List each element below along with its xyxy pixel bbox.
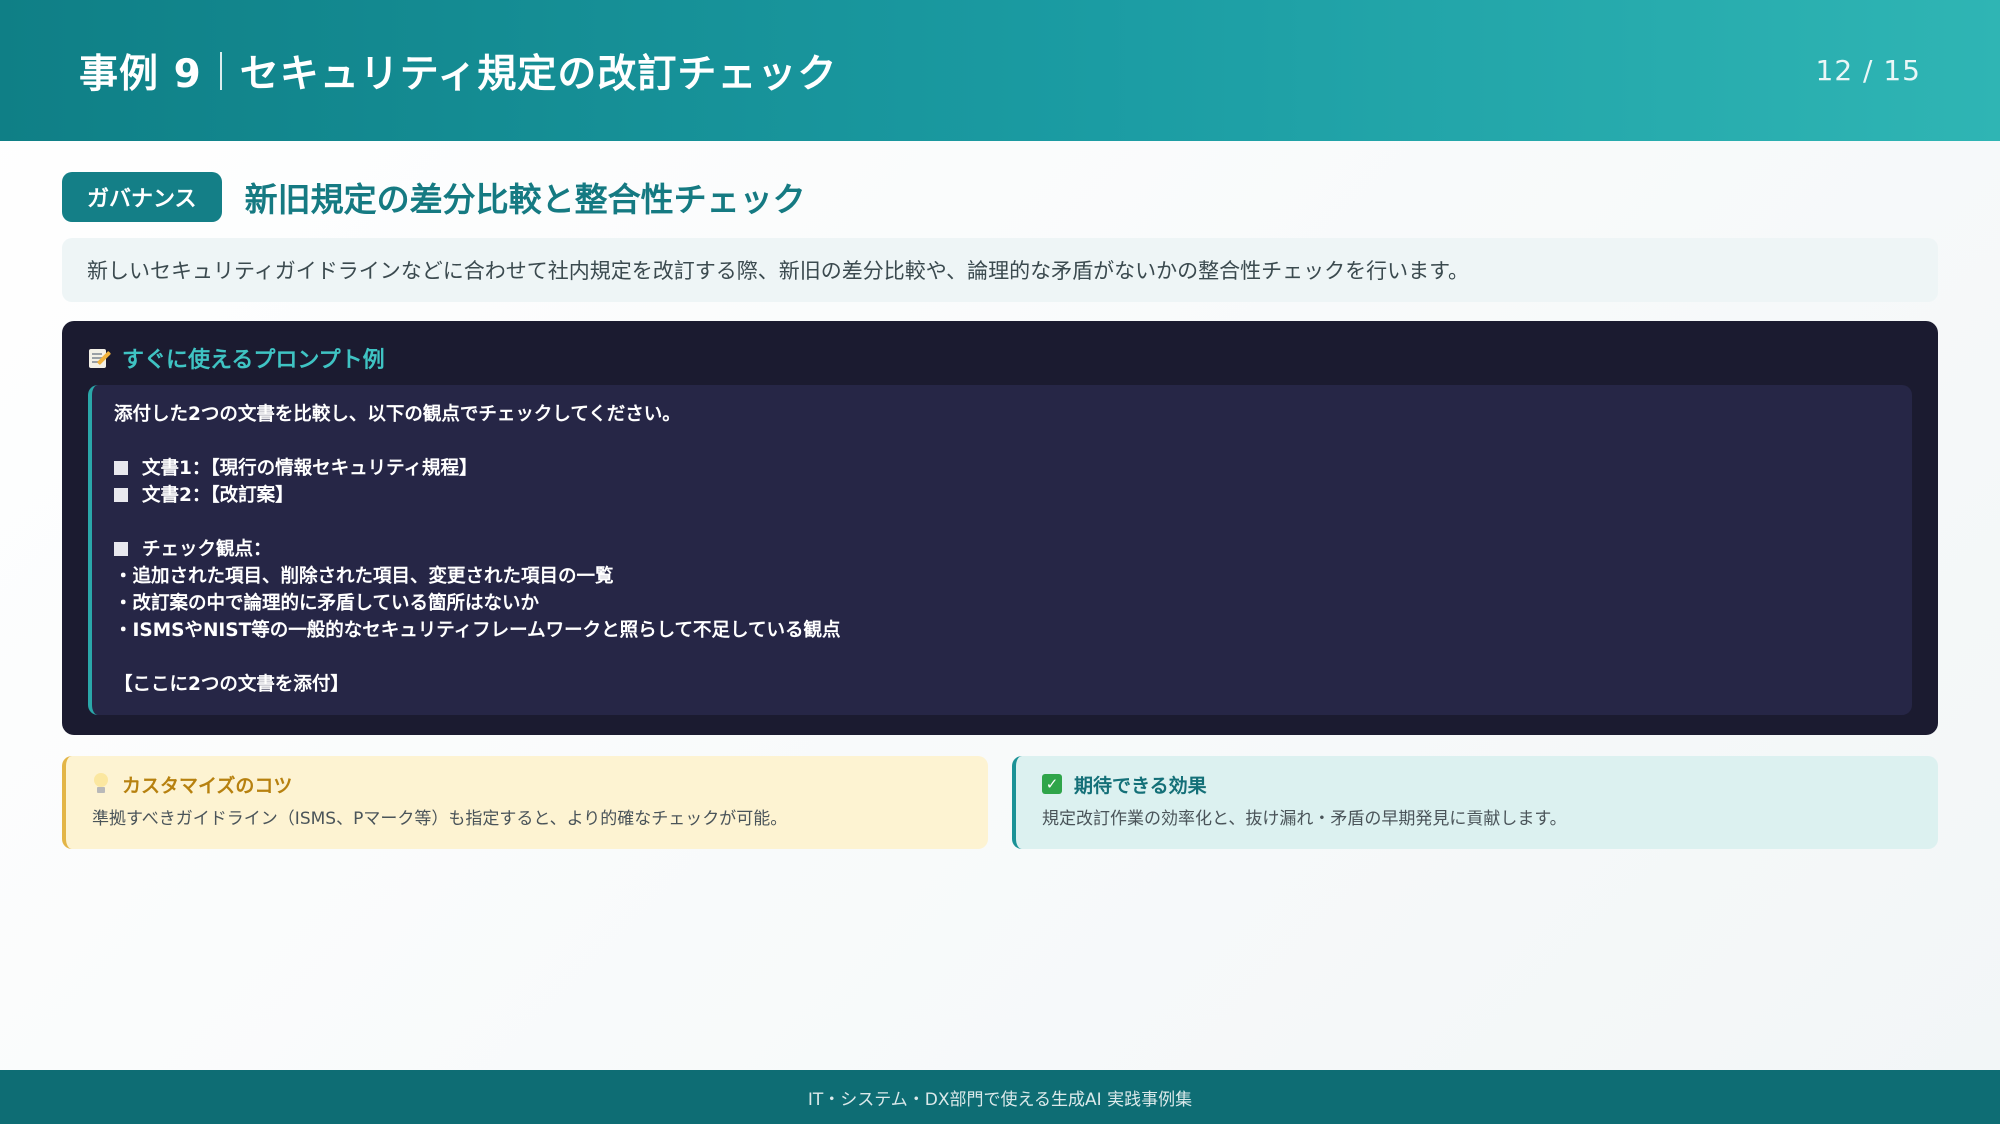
slide-content: ガバナンス 新旧規定の差分比較と整合性チェック 新しいセキュリティガイドラインな… <box>62 172 1938 849</box>
prompt-text[interactable]: 添付した2つの文書を比較し、以下の観点でチェックしてください。 文書1：【現行の… <box>88 385 1912 715</box>
prompt-example-panel: すぐに使えるプロンプト例 添付した2つの文書を比較し、以下の観点でチェックしてく… <box>62 321 1938 735</box>
effect-card: ✓ 期待できる効果 規定改訂作業の効率化と、抜け漏れ・矛盾の早期発見に貢献します… <box>1012 756 1938 849</box>
effect-title: 期待できる効果 <box>1074 774 1207 797</box>
tips-text: 準拠すべきガイドライン（ISMS、Pマーク等）も指定すると、より的確なチェックが… <box>92 809 788 829</box>
check-box-icon: ✓ <box>1042 774 1062 794</box>
prompt-point-3: ・ISMSやNIST等の一般的なセキュリティフレームワークと照らして不足している… <box>114 620 841 641</box>
category-tag: ガバナンス <box>62 172 222 222</box>
prompt-point-1: ・追加された項目、削除された項目、変更された項目の一覧 <box>114 566 614 587</box>
section-subtitle: 新旧規定の差分比較と整合性チェック <box>244 180 806 219</box>
footer-text: IT・システム・DX部門で使える生成AI 実践事例集 <box>807 1089 1193 1110</box>
tips-card: カスタマイズのコツ 準拠すべきガイドライン（ISMS、Pマーク等）も指定すると、… <box>62 756 988 849</box>
square-bullet-icon <box>114 461 128 475</box>
tips-card-header: カスタマイズのコツ <box>92 770 962 798</box>
case-title: セキュリティ規定の改訂チェック <box>239 51 838 97</box>
prompt-check-head: チェック観点： <box>142 539 272 560</box>
info-cards: カスタマイズのコツ 準拠すべきガイドライン（ISMS、Pマーク等）も指定すると、… <box>62 756 1938 849</box>
lightbulb-icon <box>92 773 110 795</box>
slide-footer: IT・システム・DX部門で使える生成AI 実践事例集 <box>0 1070 2000 1124</box>
page-indicator: 12 / 15 <box>1815 54 1921 87</box>
tips-title: カスタマイズのコツ <box>122 774 293 797</box>
prompt-label: すぐに使えるプロンプト例 <box>122 348 385 373</box>
square-bullet-icon <box>114 542 128 556</box>
slide-title: 事例 9 セキュリティ規定の改訂チェック <box>79 43 837 99</box>
prompt-attach-note: 【ここに2つの文書を添付】 <box>114 674 349 695</box>
title-separator <box>219 51 222 90</box>
square-bullet-icon <box>114 488 128 502</box>
prompt-point-2: ・改訂案の中で論理的に矛盾している箇所はないか <box>114 593 539 614</box>
case-label: 事例 9 <box>79 51 202 97</box>
prompt-header: すぐに使えるプロンプト例 <box>88 343 1912 373</box>
prompt-doc2: 文書2：【改訂案】 <box>142 485 294 506</box>
prompt-check-head-line: チェック観点： <box>114 536 1890 563</box>
prompt-doc1-line: 文書1：【現行の情報セキュリティ規程】 <box>114 455 1890 482</box>
prompt-intro: 添付した2つの文書を比較し、以下の観点でチェックしてください。 <box>114 404 681 425</box>
prompt-doc1: 文書1：【現行の情報セキュリティ規程】 <box>142 458 478 479</box>
section-description: 新しいセキュリティガイドラインなどに合わせて社内規定を改訂する際、新旧の差分比較… <box>62 238 1938 302</box>
effect-text: 規定改訂作業の効率化と、抜け漏れ・矛盾の早期発見に貢献します。 <box>1042 809 1567 829</box>
prompt-doc2-line: 文書2：【改訂案】 <box>114 482 1890 509</box>
memo-icon <box>88 347 112 369</box>
section-title-row: ガバナンス 新旧規定の差分比較と整合性チェック <box>62 172 1938 222</box>
slide-header: 事例 9 セキュリティ規定の改訂チェック 12 / 15 <box>0 0 2000 141</box>
effect-card-header: ✓ 期待できる効果 <box>1042 770 1912 798</box>
